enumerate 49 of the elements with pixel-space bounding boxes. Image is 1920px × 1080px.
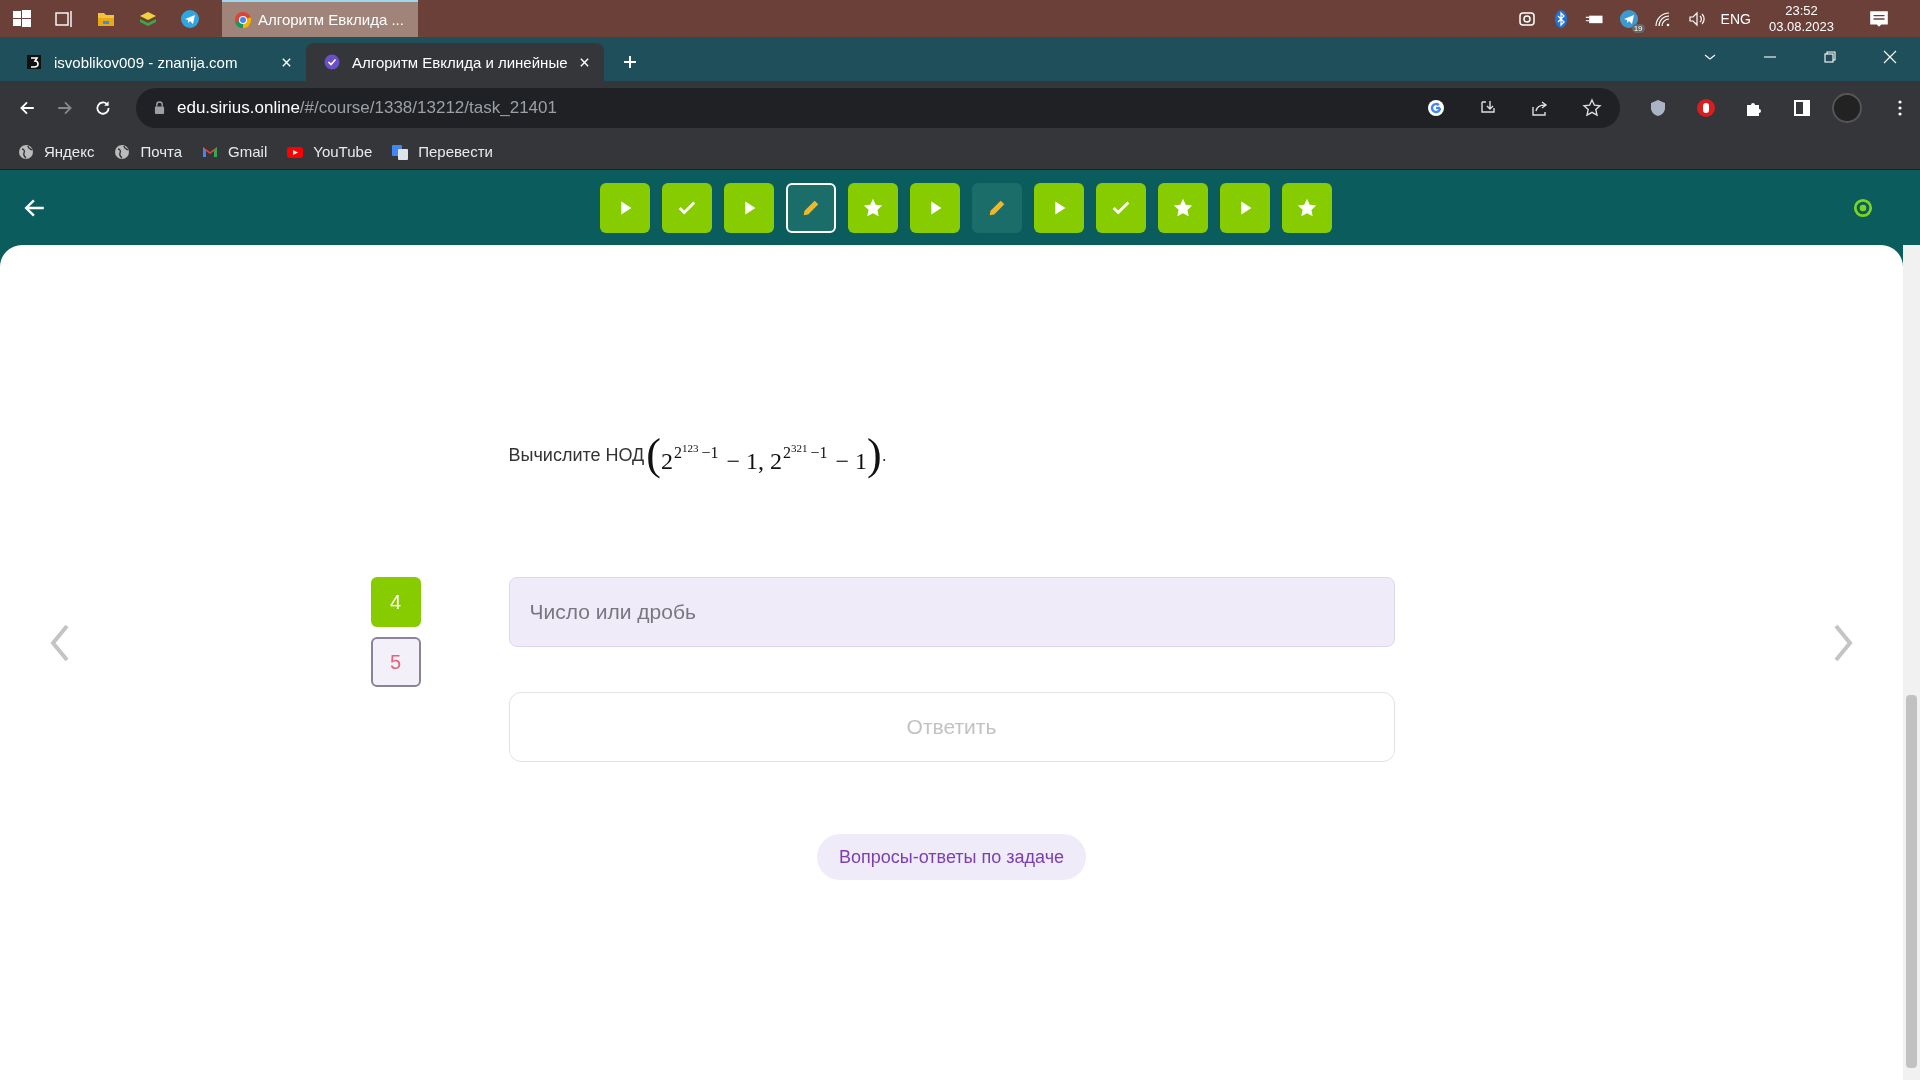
- scrollbar[interactable]: [1903, 245, 1920, 1080]
- address-bar[interactable]: edu.sirius.online/#/course/1338/13212/task_21401: [136, 87, 1620, 128]
- globe-icon: [114, 143, 131, 160]
- answer-input[interactable]: Число или дробь: [508, 577, 1395, 647]
- restore-icon[interactable]: [1822, 49, 1838, 65]
- site-favicon-icon: [26, 54, 42, 70]
- task-button[interactable]: [1034, 182, 1084, 233]
- task-button[interactable]: [786, 182, 836, 233]
- attempt-counter: 4: [370, 577, 421, 627]
- globe-icon: [18, 143, 34, 160]
- language-indicator[interactable]: ENG: [1720, 10, 1751, 27]
- bookmark-link[interactable]: Gmail: [202, 143, 268, 160]
- clock[interactable]: 23:52 03.08.2023: [1768, 2, 1834, 35]
- new-tab-icon[interactable]: [622, 54, 638, 70]
- close-icon[interactable]: [579, 56, 590, 68]
- translate-icon: [392, 143, 409, 160]
- paper-plane-icon[interactable]: [180, 8, 200, 29]
- close-icon[interactable]: [281, 56, 292, 68]
- reload-icon[interactable]: [94, 98, 112, 117]
- notification-count: 19: [1631, 23, 1645, 33]
- task-button[interactable]: [662, 182, 712, 233]
- task-button[interactable]: [972, 182, 1022, 233]
- task-button[interactable]: [1096, 182, 1146, 233]
- task-button[interactable]: [1282, 182, 1332, 233]
- browser-icon: [234, 10, 252, 29]
- task-button[interactable]: [1220, 182, 1270, 233]
- bookmark-link[interactable]: Почта: [114, 143, 183, 160]
- attempt-counter: 5: [370, 637, 421, 687]
- browser-tab[interactable]: isvoblikov009 - znanija.com: [8, 43, 306, 81]
- lock-icon: [154, 101, 165, 114]
- task-button[interactable]: [910, 182, 960, 233]
- help-link-button[interactable]: Вопросы-ответы по задаче: [816, 834, 1087, 880]
- browser-tab[interactable]: Алгоритм Евклида и линейные: [306, 43, 604, 81]
- close-icon[interactable]: [1882, 49, 1898, 65]
- windows-start-icon[interactable]: [12, 8, 32, 29]
- task-button[interactable]: [724, 182, 774, 233]
- task-button[interactable]: [848, 182, 898, 233]
- g-logo-icon[interactable]: [1426, 97, 1446, 118]
- side-panel-icon[interactable]: [1792, 97, 1812, 118]
- shield-icon[interactable]: [1648, 97, 1668, 118]
- task-button[interactable]: [600, 182, 650, 233]
- bookmark-link[interactable]: Перевести: [392, 143, 493, 160]
- checkmark-favicon-icon: [324, 54, 340, 70]
- bookmark-link[interactable]: Яндекс: [18, 143, 95, 160]
- task-view-icon[interactable]: [54, 8, 74, 29]
- star-icon[interactable]: [1582, 97, 1602, 118]
- bookmark-link[interactable]: YouTube: [287, 143, 373, 160]
- progress-ring-icon[interactable]: [1852, 196, 1874, 219]
- task-button[interactable]: [1158, 182, 1208, 233]
